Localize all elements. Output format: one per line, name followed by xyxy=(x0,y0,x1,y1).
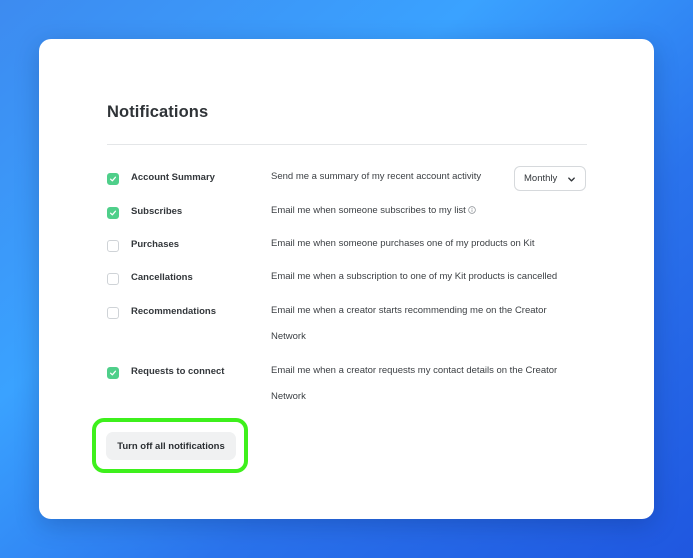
requests-to-connect-checkbox[interactable] xyxy=(107,367,119,379)
cancellations-label: Cancellations xyxy=(131,272,193,283)
check-icon xyxy=(109,370,117,376)
subscribes-label: Subscribes xyxy=(131,206,183,217)
recommendations-label: Recommendations xyxy=(131,306,216,317)
account-summary-checkbox[interactable] xyxy=(107,173,119,185)
chevron-down-icon xyxy=(568,177,575,182)
purchases-label: Purchases xyxy=(131,239,180,250)
subscribes-description: Email me when someone subscribes to my l… xyxy=(271,198,581,224)
requests-to-connect-description: Email me when a creator requests my cont… xyxy=(271,365,558,402)
check-icon xyxy=(109,176,117,182)
frequency-select[interactable]: Monthly xyxy=(514,166,586,191)
cancellations-checkbox[interactable] xyxy=(107,273,119,285)
turn-off-all-notifications-button[interactable]: Turn off all notifications xyxy=(106,432,236,460)
frequency-select-value: Monthly xyxy=(524,173,558,184)
check-icon xyxy=(109,210,117,216)
cancellations-description: Email me when a subscription to one of m… xyxy=(271,271,558,282)
info-icon[interactable] xyxy=(468,206,476,214)
subscribes-description-text: Email me when someone subscribes to my l… xyxy=(271,205,466,216)
recommendations-description: Email me when a creator starts recommend… xyxy=(271,305,547,342)
page-title: Notifications xyxy=(107,103,209,121)
account-summary-label: Account Summary xyxy=(131,172,215,183)
purchases-checkbox[interactable] xyxy=(107,240,119,252)
notifications-card: Notifications Account Summary Send me a … xyxy=(39,39,654,519)
purchases-description: Email me when someone purchases one of m… xyxy=(271,238,535,249)
divider xyxy=(107,144,587,145)
recommendations-checkbox[interactable] xyxy=(107,307,119,319)
subscribes-checkbox[interactable] xyxy=(107,207,119,219)
requests-to-connect-label: Requests to connect xyxy=(131,366,225,377)
